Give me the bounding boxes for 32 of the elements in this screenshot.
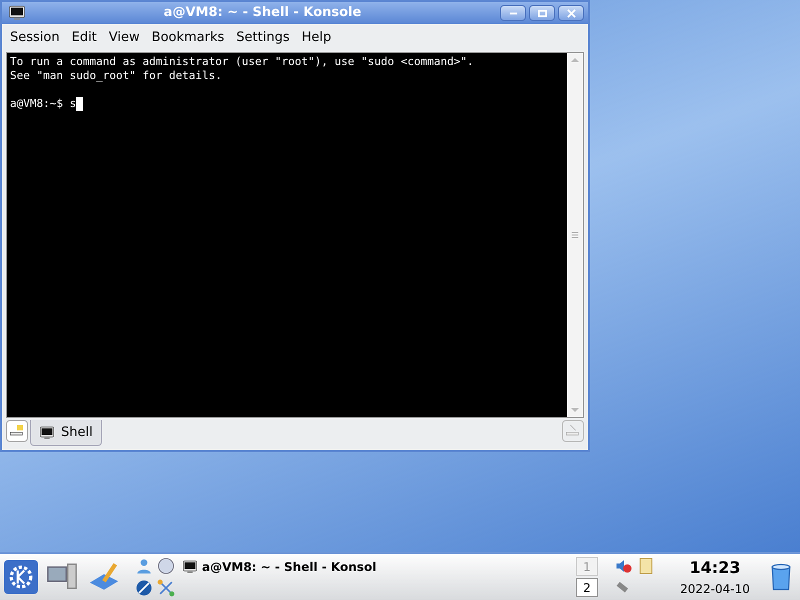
typed-text: s: [70, 97, 76, 111]
session-tab[interactable]: Shell: [30, 420, 102, 446]
minimize-button[interactable]: [500, 5, 526, 21]
text-cursor: [76, 97, 84, 111]
terminal-line: To run a command as administrator (user "root"), use "sudo <command>".: [10, 55, 475, 69]
maximize-icon: [538, 8, 546, 18]
menu-item[interactable]: Help: [296, 28, 338, 48]
menu-item[interactable]: Session: [4, 28, 66, 48]
clock-date: 2022-04-10: [680, 581, 750, 598]
gear-icon: [8, 564, 34, 590]
terminal-icon: [182, 559, 198, 575]
menu-item[interactable]: Edit: [66, 28, 103, 48]
terminal-line: See "man sudo_root" for details.: [10, 69, 223, 83]
terminal-area[interactable]: To run a command as administrator (user "root"), use "sudo <command>". See "man sudo_root" for details. a@VM8:~$ s: [7, 53, 567, 417]
close-button[interactable]: [558, 5, 584, 21]
menu-item[interactable]: View: [102, 28, 146, 48]
window-menu-icon: [6, 4, 28, 22]
terminal-icon: [39, 424, 55, 440]
desktop-pager-button[interactable]: 2: [576, 578, 598, 597]
globe-icon[interactable]: [156, 556, 176, 576]
shell-prompt: a@VM8:~$: [10, 97, 64, 111]
new-session-button[interactable]: [6, 420, 28, 442]
clock-time: 14:23: [690, 557, 740, 579]
menu-item[interactable]: Settings: [230, 28, 296, 48]
close-icon: [566, 8, 576, 18]
scroll-grip-icon: [571, 231, 579, 239]
menu-item[interactable]: Bookmarks: [146, 28, 230, 48]
window-title: a@VM8: ~ - Shell - Konsole: [162, 4, 362, 22]
taskbar-task[interactable]: a@VM8: ~ - Shell - Konsol: [182, 556, 376, 578]
kde-menu-button[interactable]: [4, 560, 38, 594]
network-icon[interactable]: [156, 578, 176, 598]
maximize-button[interactable]: [529, 5, 555, 21]
